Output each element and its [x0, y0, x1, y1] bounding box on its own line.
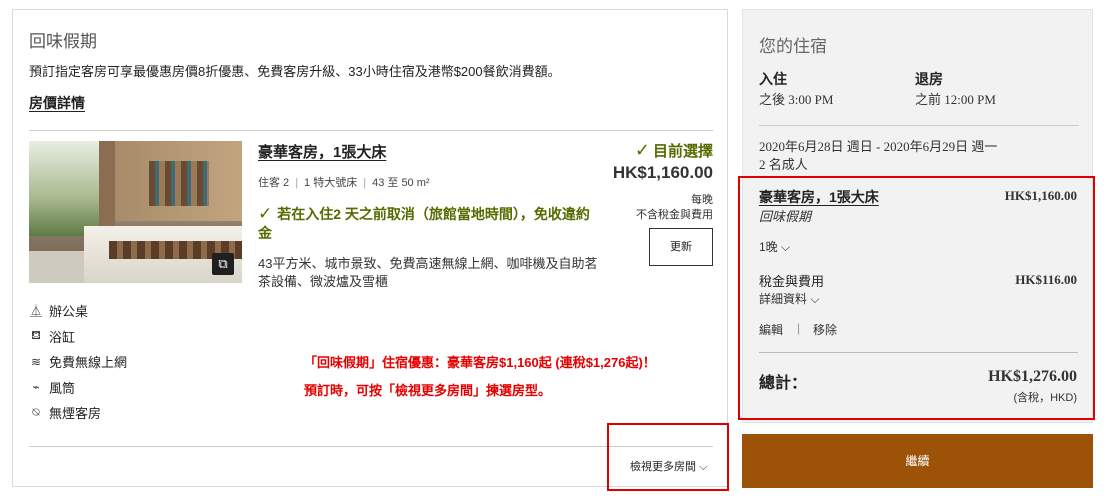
amenities-list: ⏅ 辦公桌 ⛾ 浴缸 ≋ 免費無線上網 ⌁ 風筒 ⍉ 無煙客房 — [27, 298, 127, 426]
tax-label: 稅金與費用 — [759, 274, 825, 289]
package-title: 回味假期 — [29, 32, 97, 51]
edit-link[interactable]: 編輯 — [759, 321, 783, 338]
continue-button[interactable]: 繼續 — [742, 434, 1093, 488]
stay-dates: 2020年6月28日 週日 - 2020年6月29日 週一 — [759, 139, 998, 154]
amenity-item: ⍉ 無煙客房 — [27, 400, 127, 426]
amenity-label: 辦公桌 — [49, 304, 89, 320]
cancellation-policy: ✓ 若在入住2 天之前取消（旅館當地時間），免收違約金 — [258, 204, 603, 243]
checkin-label: 入住 — [759, 71, 787, 87]
checkin-time: 之後 3:00 PM — [759, 92, 834, 107]
per-night-label: 每晚 — [691, 194, 713, 206]
nights-dropdown[interactable]: 1晚 ⌵ — [759, 238, 790, 255]
amenity-item: ⏅ 辦公桌 — [27, 298, 127, 324]
amenity-item: ≋ 免費無線上網 — [27, 349, 127, 375]
cancellation-text: 若在入住2 天之前取消（旅館當地時間），免收違約金 — [258, 206, 590, 241]
checkout-label: 退房 — [915, 71, 943, 87]
room-size: 43 至 50 m² — [372, 177, 430, 189]
room-features: 43平方米、城市景致、免費高速無線上網、咖啡機及自助茗茶設備、微波爐及雪櫃 — [258, 256, 598, 289]
amenity-item: ⛾ 浴缸 — [27, 324, 127, 350]
amenity-item: ⌁ 風筒 — [27, 375, 127, 401]
tax-price: HK$116.00 — [1015, 272, 1077, 287]
tax-details-label: 詳細資料 — [759, 292, 808, 306]
amenity-label: 無煙客房 — [49, 406, 102, 422]
summary-room-name-link[interactable]: 豪華客房，1張大床 — [759, 187, 879, 207]
amenity-label: 免費無線上網 — [49, 355, 128, 371]
room-photo[interactable]: ⧉ — [29, 141, 242, 283]
amenity-label: 浴缸 — [49, 329, 76, 345]
gallery-icon[interactable]: ⧉ — [212, 253, 234, 275]
tax-details-dropdown[interactable]: 詳細資料 ⌵ — [759, 290, 819, 307]
divider — [759, 352, 1078, 353]
link-separator: | — [797, 321, 801, 335]
amenity-label: 風筒 — [49, 380, 76, 396]
current-selection-label: 目前選擇 — [652, 143, 713, 160]
promo-annotation: 「回味假期」住宿優惠：豪華客房$1,160起 (連稅$1,276起)！ 預訂時，… — [304, 349, 656, 405]
room-name-link[interactable]: 豪華客房，1張大床 — [258, 141, 386, 162]
checkout-time: 之前 12:00 PM — [915, 92, 996, 107]
room-meta: 住客 2 | 1 特大號床 | 43 至 50 m² — [258, 177, 430, 189]
total-note: (含稅，HKD) — [1013, 392, 1077, 404]
room-guests: 住客 2 — [258, 177, 290, 189]
promo-line-2: 預訂時，可按「檢視更多房間」揀選房型。 — [304, 383, 552, 398]
wifi-icon: ≋ — [30, 354, 42, 369]
desk-icon: ⏅ — [29, 304, 42, 319]
nights-label: 1晚 — [759, 240, 778, 254]
room-price: HK$1,160.00 — [612, 163, 713, 182]
divider — [759, 125, 1079, 126]
stay-title: 您的住宿 — [759, 37, 827, 56]
check-icon: ✓ — [258, 204, 273, 223]
chevron-down-icon: ⌵ — [810, 292, 820, 306]
package-description: 預訂指定客房可享最優惠房價8折優惠、免費客房升級、33小時住宿及港幣$200餐飲… — [29, 64, 561, 79]
room-bed: 1 特大號床 — [304, 177, 358, 189]
divider — [29, 130, 713, 131]
check-icon: ✓ — [634, 140, 650, 160]
total-price: HK$1,276.00 — [988, 368, 1077, 385]
chevron-down-icon: ⌵ — [699, 461, 708, 473]
view-more-rooms-link[interactable]: 檢視更多房間 ⌵ — [630, 458, 707, 474]
excl-tax-label: 不含稅金與費用 — [636, 209, 713, 221]
no-smoking-icon: ⍉ — [32, 405, 40, 420]
current-selection: ✓ 目前選擇 — [635, 140, 713, 161]
chevron-down-icon: ⌵ — [781, 240, 791, 254]
highlight-box — [607, 423, 729, 491]
summary-package-name: 回味假期 — [759, 209, 812, 224]
update-button[interactable]: 更新 — [649, 228, 713, 266]
promo-line-1: 「回味假期」住宿優惠：豪華客房$1,160起 (連稅$1,276起)！ — [304, 355, 656, 370]
rate-package-card: 回味假期 預訂指定客房可享最優惠房價8折優惠、免費客房升級、33小時住宿及港幣$… — [12, 9, 728, 487]
total-label: 總計： — [759, 375, 808, 392]
view-more-label: 檢視更多房間 — [630, 461, 696, 473]
summary-room-price: HK$1,160.00 — [1004, 188, 1077, 203]
hairdryer-icon: ⌁ — [32, 380, 40, 395]
bathtub-icon: ⛾ — [31, 328, 41, 343]
stay-guests: 2 名成人 — [759, 157, 808, 172]
rate-details-link[interactable]: 房價詳情 — [29, 93, 85, 113]
remove-link[interactable]: 移除 — [813, 321, 837, 338]
